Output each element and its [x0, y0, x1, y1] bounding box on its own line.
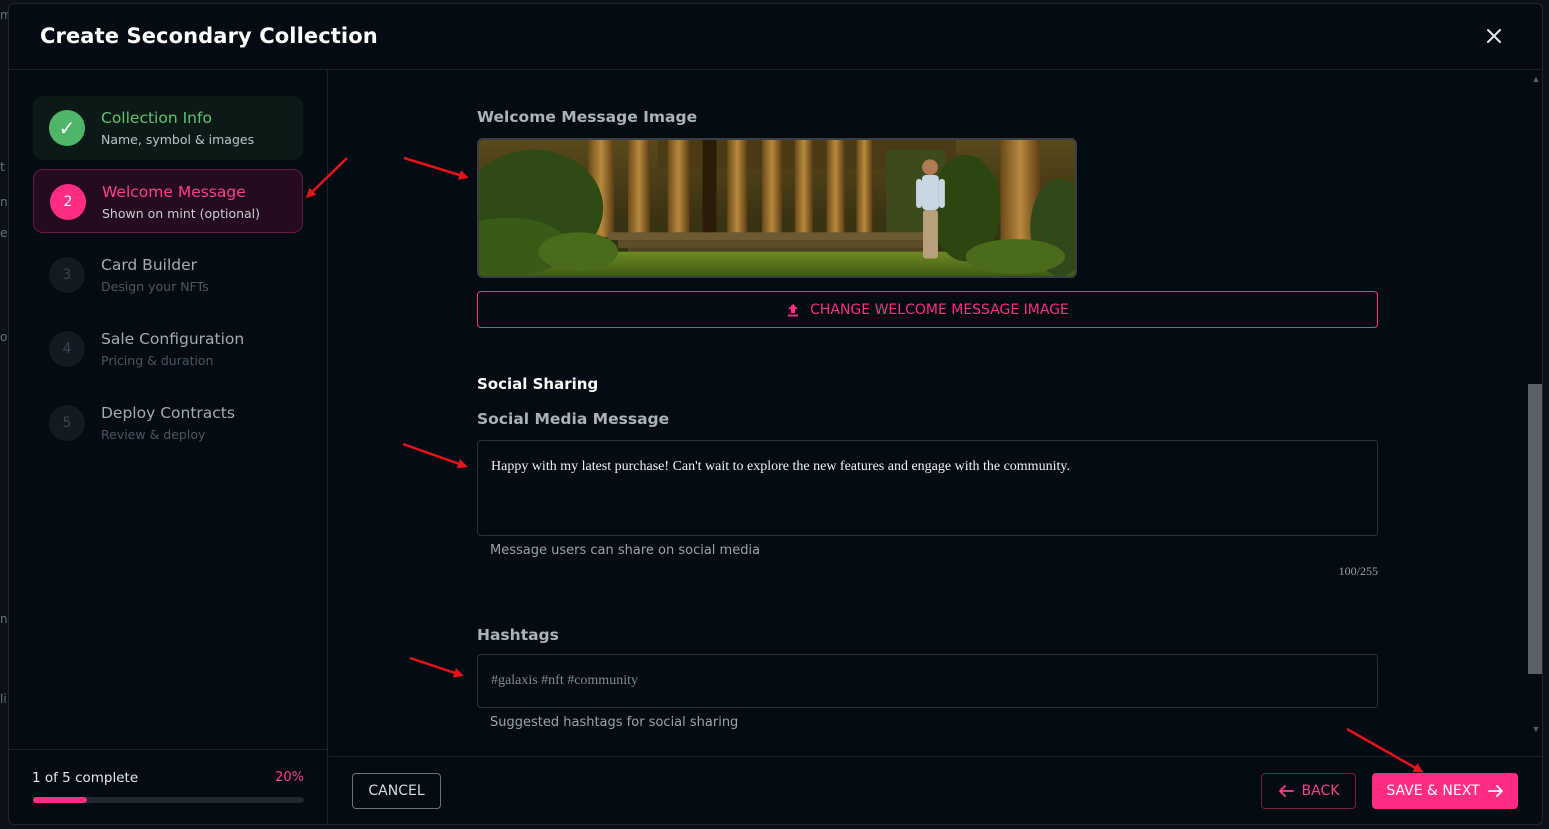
step-content: Welcome Message Image CHANGE WELCOME MES…	[329, 70, 1542, 756]
step-title: Welcome Message	[102, 183, 246, 201]
social-media-message-helper: Message users can share on social media	[490, 543, 761, 558]
social-media-message-label: Social Media Message	[477, 410, 670, 428]
welcome-image-label: Welcome Message Image	[477, 108, 698, 126]
step-number: 5	[49, 405, 85, 441]
step-collection-info[interactable]: ✓ Collection Info Name, symbol & images	[33, 96, 303, 160]
background-fragment: t	[0, 160, 5, 174]
cancel-button[interactable]: CANCEL	[352, 773, 441, 809]
back-label: BACK	[1301, 783, 1340, 799]
step-sale-configuration[interactable]: 4 Sale Configuration Pricing & duration	[33, 317, 303, 381]
modal-header: Create Secondary Collection	[9, 4, 1542, 70]
social-sharing-heading: Social Sharing	[477, 375, 599, 393]
check-icon: ✓	[49, 110, 85, 146]
hashtags-helper: Suggested hashtags for social sharing	[490, 715, 739, 730]
social-media-message-textarea[interactable]: Happy with my latest purchase! Can't wai…	[477, 440, 1378, 536]
step-number: 3	[49, 257, 85, 293]
step-deploy-contracts[interactable]: 5 Deploy Contracts Review & deploy	[33, 391, 303, 455]
temple-jungle-image	[479, 140, 1075, 276]
arrow-right-icon	[1487, 785, 1503, 797]
hashtags-input[interactable]: #galaxis #nft #community	[477, 654, 1378, 708]
save-and-next-button[interactable]: SAVE & NEXT	[1372, 773, 1518, 809]
progress-bar-fill	[33, 797, 88, 803]
close-button[interactable]	[1484, 26, 1504, 46]
scrollbar-thumb[interactable]	[1528, 384, 1542, 674]
create-collection-modal: Create Secondary Collection ✓ Collection…	[8, 3, 1543, 825]
step-title: Collection Info	[101, 109, 212, 127]
step-title: Deploy Contracts	[101, 404, 235, 422]
step-subtitle: Review & deploy	[101, 427, 206, 442]
save-and-next-label: SAVE & NEXT	[1386, 783, 1480, 799]
background-fragment: li	[0, 692, 7, 706]
background-fragment: e	[0, 226, 8, 240]
step-subtitle: Pricing & duration	[101, 353, 214, 368]
back-button[interactable]: BACK	[1261, 773, 1356, 809]
arrow-left-icon	[1278, 785, 1294, 797]
welcome-image-preview	[477, 138, 1077, 278]
content-scrollbar[interactable]: ▲ ▼	[1528, 70, 1542, 756]
modal-footer: CANCEL BACK SAVE & NEXT	[329, 756, 1542, 824]
step-title: Sale Configuration	[101, 330, 245, 348]
upload-icon	[788, 303, 799, 316]
step-subtitle: Shown on mint (optional)	[102, 206, 261, 221]
step-title: Card Builder	[101, 256, 198, 274]
step-card-builder[interactable]: 3 Card Builder Design your NFTs	[33, 243, 303, 307]
character-counter: 100/255	[1338, 564, 1378, 578]
change-welcome-image-label: CHANGE WELCOME MESSAGE IMAGE	[810, 301, 1069, 318]
step-subtitle: Design your NFTs	[101, 279, 209, 294]
steps-sidebar: ✓ Collection Info Name, symbol & images …	[9, 70, 328, 824]
scroll-down-icon[interactable]: ▼	[1531, 724, 1541, 734]
progress-percent: 20%	[275, 770, 304, 785]
step-number: 2	[50, 184, 86, 220]
hashtags-label: Hashtags	[477, 626, 559, 644]
change-welcome-image-button[interactable]: CHANGE WELCOME MESSAGE IMAGE	[477, 291, 1378, 328]
progress-summary: 1 of 5 complete 20%	[9, 749, 328, 824]
progress-text: 1 of 5 complete	[32, 770, 139, 786]
step-number: 4	[49, 331, 85, 367]
step-subtitle: Name, symbol & images	[101, 132, 255, 147]
background-fragment: n	[0, 612, 8, 626]
step-welcome-message[interactable]: 2 Welcome Message Shown on mint (optiona…	[33, 169, 303, 233]
progress-bar	[33, 797, 304, 803]
hashtags-placeholder: #galaxis #nft #community	[491, 673, 638, 688]
modal-title: Create Secondary Collection	[40, 24, 378, 48]
close-icon	[1487, 29, 1501, 43]
social-media-message-value: Happy with my latest purchase! Can't wai…	[491, 459, 1070, 474]
scroll-up-icon[interactable]: ▲	[1531, 74, 1541, 84]
